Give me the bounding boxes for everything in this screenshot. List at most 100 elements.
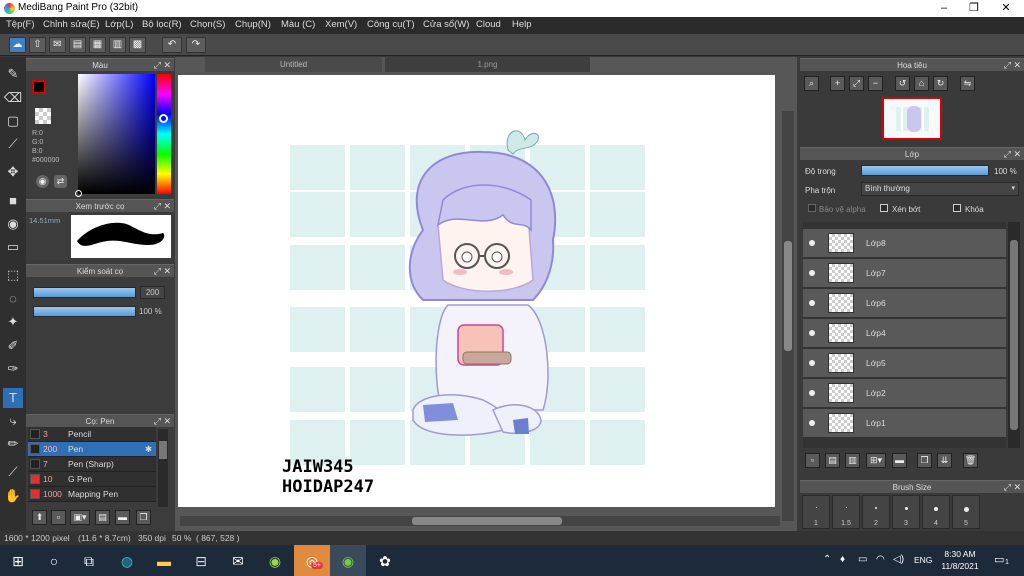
layer-row[interactable]: Lớp7 [803,259,1006,288]
brush-size-preset[interactable]: 4 [922,495,950,529]
brush-tool-icon[interactable]: ✎ [3,64,23,84]
eyedropper-icon[interactable]: ⟋ [3,462,23,482]
chrome-icon[interactable]: ◉ [338,551,358,571]
brush-list-scrollbar[interactable] [158,429,168,507]
flip-icon[interactable]: ⇋ [960,76,975,91]
new-8bit-layer-icon[interactable]: ▥ [845,453,860,468]
menu-filter[interactable]: Bộ lọc(R) [142,19,182,30]
clock[interactable]: 8:30 AM 11/8/2021 [939,548,981,572]
rotate-reset-icon[interactable]: ⌂ [914,76,929,91]
canvas-document[interactable]: JAIW345 HOIDAP247 [178,75,775,507]
layer-opacity-slider[interactable] [861,165,989,176]
page-icon[interactable]: ▦ [89,37,106,53]
brush-size-preset[interactable]: 3 [892,495,920,529]
vertical-scrollbar[interactable] [782,111,794,521]
palette-icon[interactable]: ◉ [36,175,49,188]
brush-item[interactable]: 3 Pencil [28,427,156,442]
merge-layer-icon[interactable]: ⇊ [937,453,952,468]
microphone-icon[interactable]: ♦ [840,554,845,565]
layer-folder-icon[interactable]: ▬ [892,453,907,468]
volume-icon[interactable]: ◁) [893,554,904,565]
maximize-button[interactable]: ❐ [958,0,990,17]
windows-start-icon[interactable]: ⊞ [8,551,28,571]
brush-item[interactable]: 10 G Pen [28,472,156,487]
operation-tool-icon[interactable]: ⤷ [3,411,23,431]
tab-untitled[interactable]: Untitled [205,57,382,72]
message-icon[interactable]: ▤ [69,37,86,53]
notifications-icon[interactable]: ▭ [994,553,1004,566]
brush-size-preset[interactable]: 1.5 [832,495,860,529]
lock-checkbox[interactable] [953,204,961,212]
close-button[interactable]: ✕ [990,0,1022,17]
new-layer-icon[interactable]: ▫ [805,453,820,468]
cloud-icon[interactable]: ☁ [9,37,26,53]
comment-icon[interactable]: ✉ [49,37,66,53]
add-layer-menu-icon[interactable]: ⊞▾ [866,453,886,468]
select-eraser-icon[interactable]: ✑ [3,359,23,379]
tab-1png[interactable]: 1.png [385,57,590,72]
hue-slider[interactable] [157,74,171,194]
menu-window[interactable]: Cửa sổ(W) [423,19,469,30]
add-brush-icon[interactable]: ⬆ [32,510,47,525]
hand-tool-icon[interactable]: ✋ [3,486,23,506]
fit-icon[interactable]: ⤢ [849,76,864,91]
menu-capture[interactable]: Chụp(N) [235,19,271,30]
visibility-eye-icon[interactable] [809,420,815,426]
menu-view[interactable]: Xem(V) [325,19,357,30]
visibility-eye-icon[interactable] [809,360,815,366]
app-icon[interactable]: ◉ [265,551,285,571]
menu-layer[interactable]: Lớp(L) [105,19,133,30]
select-tool-icon[interactable]: ⬚ [3,265,23,285]
brush-size-slider[interactable] [33,287,136,298]
brush-copy-icon[interactable]: ▤ [95,510,110,525]
rotate-left-icon[interactable]: ↺ [895,76,910,91]
move-tool-icon[interactable]: ✥ [3,162,23,182]
edge-browser-icon[interactable]: ◍ [117,551,137,571]
menu-tools[interactable]: Công cụ(T) [367,19,415,30]
visibility-eye-icon[interactable] [809,270,815,276]
brush-item[interactable]: 200 Pen ✱ [28,442,156,457]
redo-button[interactable]: ↷ [186,37,206,53]
magic-wand-icon[interactable]: ✦ [3,312,23,332]
zoom-in-icon[interactable]: + [830,76,845,91]
horizontal-scrollbar[interactable] [180,516,780,526]
file-explorer-icon[interactable]: ▬ [154,551,174,571]
visibility-eye-icon[interactable] [809,390,815,396]
delete-layer-icon[interactable]: 🗑 [963,453,978,468]
brush-opacity-slider[interactable] [33,306,136,317]
menu-cloud[interactable]: Cloud [476,19,501,30]
undo-button[interactable]: ↶ [162,37,182,53]
eraser-tool-icon[interactable]: ⌫ [3,88,23,108]
share-icon[interactable]: ⇧ [29,37,46,53]
blend-mode-select[interactable]: Bình thường ▾ [861,182,1019,196]
rectangle-tool-icon[interactable]: ▢ [3,111,23,131]
new-brush-icon[interactable]: ▫ [51,510,66,525]
new-halftone-layer-icon[interactable]: ▤ [825,453,840,468]
medibang-icon[interactable]: ✿ [375,551,395,571]
store-icon[interactable]: ⊟ [191,551,211,571]
brush-size-preset[interactable]: 1 [802,495,830,529]
mail-icon[interactable]: ✉ [228,551,248,571]
menu-select[interactable]: Chọn(S) [190,19,225,30]
layer-row[interactable]: Lớp8 [803,229,1006,258]
brush-folder-icon[interactable]: ▬ [115,510,130,525]
layer-row[interactable]: Lớp5 [803,349,1006,378]
zoom-icon[interactable]: ⌕ [804,76,819,91]
search-icon[interactable]: ○ [44,551,64,571]
brush-size-preset[interactable]: 2 [862,495,890,529]
swap-color-icon[interactable]: ⇄ [54,175,67,188]
layer-row[interactable]: Lớp6 [803,289,1006,318]
brush-duplicate-icon[interactable]: ❐ [136,510,151,525]
select-pen-icon[interactable]: ✐ [3,336,23,356]
menu-edit[interactable]: Chỉnh sửa(E) [43,19,100,30]
gradient-tool-icon[interactable]: ▭ [3,237,23,257]
saturation-value-picker[interactable] [75,74,155,197]
foreground-color-swatch[interactable] [32,80,46,94]
minimize-button[interactable]: – [928,0,960,17]
language-indicator[interactable]: ENG [914,555,932,565]
wifi-icon[interactable]: ◠ [876,554,885,565]
menu-color[interactable]: Màu (C) [281,19,315,30]
dropper-tool-icon[interactable]: ✏ [3,434,23,454]
tray-chevron-icon[interactable]: ⌃ [823,554,831,565]
brush-item[interactable]: 1000 Mapping Pen [28,487,156,502]
